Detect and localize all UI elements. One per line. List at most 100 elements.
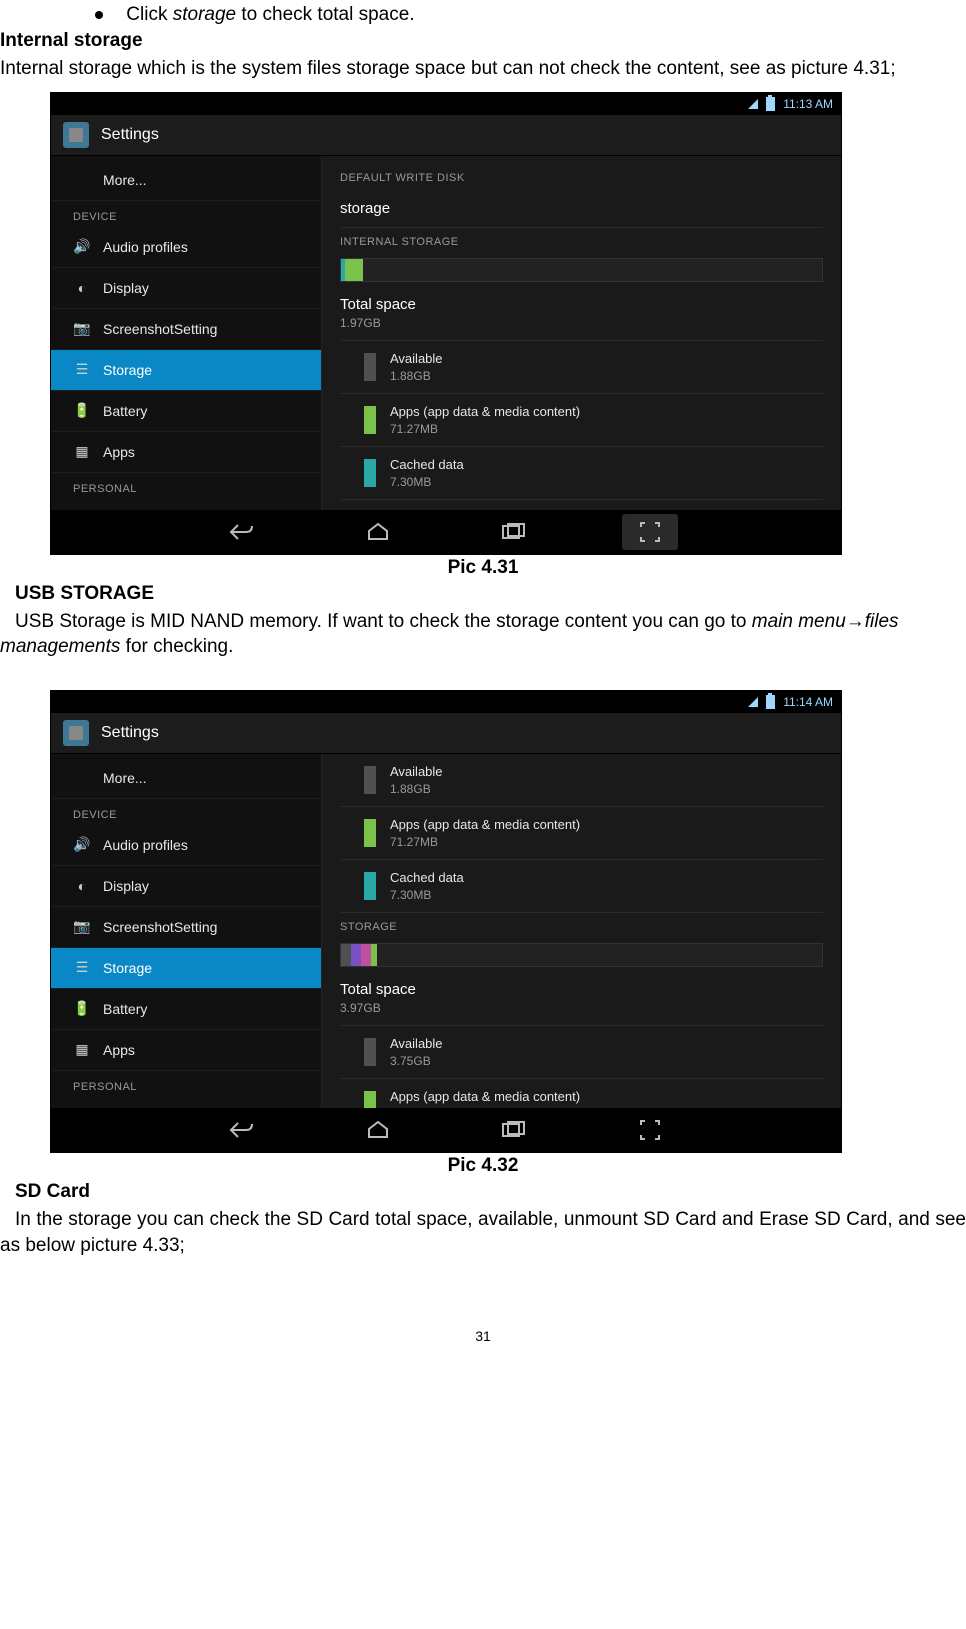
sidebar-item-apps[interactable]: ▦ Apps <box>51 1030 321 1071</box>
row-value: 3.75GB <box>390 1054 443 1068</box>
sidebar-item-audio[interactable]: 🔊 Audio profiles <box>51 227 321 268</box>
sidebar-item-label: Apps <box>103 1042 135 1058</box>
section-default-disk: DEFAULT WRITE DISK <box>340 164 823 190</box>
bullet-click-storage: Click storage to check total space. <box>95 4 966 26</box>
bar-seg-grey <box>341 944 351 966</box>
sidebar-item-screenshot[interactable]: 📷 ScreenshotSetting <box>51 907 321 948</box>
row-label: Cached data <box>390 457 464 472</box>
sidebar-item-label: Apps <box>103 444 135 460</box>
row-value: 1.88GB <box>390 369 443 383</box>
row-total-2[interactable]: Total space 3.97GB <box>340 971 823 1026</box>
wifi-icon <box>748 697 758 707</box>
blank-icon <box>73 769 91 787</box>
section-internal: INTERNAL STORAGE <box>340 228 823 254</box>
sidebar-item-battery[interactable]: 🔋 Battery <box>51 989 321 1030</box>
sidebar-header-personal: PERSONAL <box>51 473 321 499</box>
row-label: Apps (app data & media content) <box>390 1089 580 1104</box>
swatch-teal <box>364 459 376 487</box>
sidebar-item-screenshot[interactable]: 📷 ScreenshotSetting <box>51 309 321 350</box>
sidebar-item-apps[interactable]: ▦ Apps <box>51 432 321 473</box>
sidebar-item-label: Display <box>103 878 149 894</box>
wifi-icon <box>748 99 758 109</box>
storage-icon: ☰ <box>73 959 91 977</box>
row-apps[interactable]: Apps (app data & media content) 71.27MB <box>340 394 823 447</box>
row-available[interactable]: Available 1.88GB <box>340 762 823 807</box>
display-icon: ◐ <box>73 279 91 297</box>
bullet-text-suffix: to check total space. <box>236 4 415 25</box>
heading-sd-card: SD Card <box>15 1181 966 1203</box>
row-value: 71.27MB <box>390 422 580 436</box>
camera-icon: 📷 <box>73 918 91 936</box>
row-label: Apps (app data & media content) <box>390 404 580 419</box>
sidebar-item-more[interactable]: More... <box>51 758 321 799</box>
sidebar-item-label: Storage <box>103 362 152 378</box>
sidebar-header-device: DEVICE <box>51 201 321 227</box>
nav-home-button[interactable] <box>350 514 406 550</box>
sidebar-item-label: Storage <box>103 960 152 976</box>
audio-icon: 🔊 <box>73 836 91 854</box>
navbar <box>51 510 841 554</box>
bar-seg-purple <box>351 944 361 966</box>
sidebar-item-label: ScreenshotSetting <box>103 321 217 337</box>
nav-home-button[interactable] <box>350 1112 406 1148</box>
row-label: Cached data <box>390 870 464 885</box>
sidebar-item-more[interactable]: More... <box>51 160 321 201</box>
row-label: Total space <box>340 981 823 998</box>
row-storage[interactable]: storage <box>340 190 823 228</box>
para-usb-prefix: USB Storage is MID NAND memory. If want … <box>15 611 752 632</box>
apps-icon: ▦ <box>73 443 91 461</box>
row-label: Apps (app data & media content) <box>390 817 580 832</box>
page-number: 31 <box>0 1328 966 1344</box>
row-value: 1.88GB <box>390 782 443 796</box>
nav-screenshot-button[interactable] <box>622 1112 678 1148</box>
swatch-grey <box>364 1038 376 1066</box>
title-text: Settings <box>101 724 159 742</box>
swatch-grey <box>364 353 376 381</box>
screenshot-432: 11:14 AM Settings More... DEVICE 🔊 Audio… <box>50 690 842 1153</box>
apps-icon: ▦ <box>73 1041 91 1059</box>
battery-icon <box>766 97 775 111</box>
sidebar-item-label: More... <box>103 172 147 188</box>
storage-icon: ☰ <box>73 361 91 379</box>
sidebar-item-label: Audio profiles <box>103 837 188 853</box>
sidebar-item-audio[interactable]: 🔊 Audio profiles <box>51 825 321 866</box>
bar-seg-green <box>345 259 363 281</box>
nav-recent-button[interactable] <box>486 514 542 550</box>
sidebar-item-storage[interactable]: ☰ Storage <box>51 948 321 989</box>
nav-back-button[interactable] <box>214 1112 270 1148</box>
blank-icon <box>73 171 91 189</box>
sidebar-item-display[interactable]: ◐ Display <box>51 866 321 907</box>
statusbar: 11:14 AM <box>51 691 841 713</box>
battery-icon: 🔋 <box>73 402 91 420</box>
para-sd-card: In the storage you can check the SD Card… <box>0 1207 966 1258</box>
row-value: 7.30MB <box>390 475 464 489</box>
swatch-green <box>364 406 376 434</box>
nav-screenshot-button[interactable] <box>622 514 678 550</box>
row-value: 7.30MB <box>390 888 464 902</box>
content-pane: DEFAULT WRITE DISK storage INTERNAL STOR… <box>322 156 841 510</box>
row-apps[interactable]: Apps (app data & media content) 71.27MB <box>340 807 823 860</box>
sidebar-item-display[interactable]: ◐ Display <box>51 268 321 309</box>
audio-icon: 🔊 <box>73 238 91 256</box>
row-label: Available <box>390 351 443 366</box>
sidebar-header-device: DEVICE <box>51 799 321 825</box>
bullet-text-em: storage <box>173 4 236 25</box>
row-available-2[interactable]: Available 3.75GB <box>340 1026 823 1079</box>
row-cached[interactable]: Cached data 7.30MB <box>340 860 823 913</box>
caption-431: Pic 4.31 <box>0 557 966 579</box>
nav-recent-button[interactable] <box>486 1112 542 1148</box>
navbar <box>51 1108 841 1152</box>
row-available[interactable]: Available 1.88GB <box>340 341 823 394</box>
sidebar-item-storage[interactable]: ☰ Storage <box>51 350 321 391</box>
clock: 11:13 AM <box>783 97 833 111</box>
battery-icon <box>766 695 775 709</box>
sidebar-item-label: Audio profiles <box>103 239 188 255</box>
nav-back-button[interactable] <box>214 514 270 550</box>
row-value: 1.97GB <box>340 316 823 330</box>
row-total[interactable]: Total space 1.97GB <box>340 286 823 341</box>
row-cached[interactable]: Cached data 7.30MB <box>340 447 823 500</box>
sidebar-item-battery[interactable]: 🔋 Battery <box>51 391 321 432</box>
row-apps-2[interactable]: Apps (app data & media content) 136KB <box>340 1079 823 1108</box>
swatch-teal <box>364 872 376 900</box>
para-internal-storage: Internal storage which is the system fil… <box>0 56 966 82</box>
